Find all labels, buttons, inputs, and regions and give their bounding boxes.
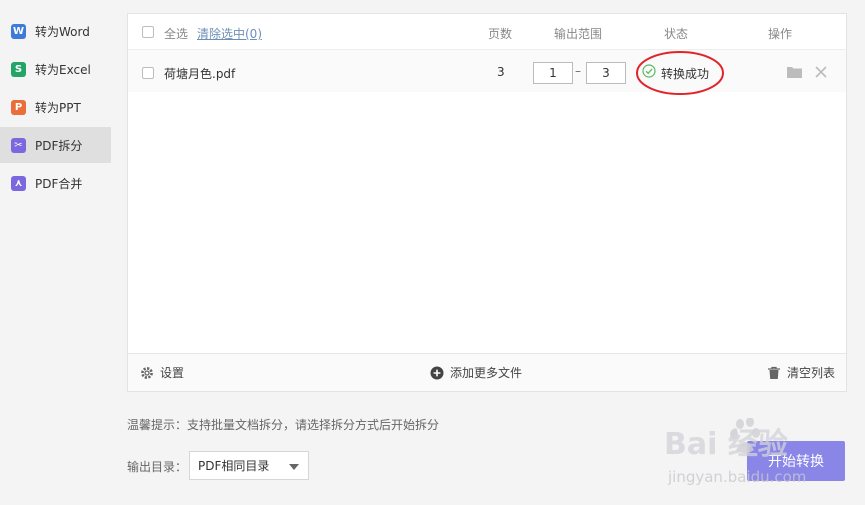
add-more-files-button[interactable]: 添加更多文件 — [430, 364, 522, 381]
sidebar-item-label: PDF合并 — [35, 176, 83, 191]
word-icon: W — [11, 23, 26, 39]
merge-icon: ⋏ — [11, 175, 26, 191]
select-all-checkbox[interactable] — [142, 26, 154, 38]
range-from-input[interactable]: 1 — [533, 62, 573, 84]
split-icon: ✂ — [11, 137, 26, 153]
settings-label: 设置 — [160, 366, 185, 380]
sidebar-item-label: 转为Word — [35, 24, 90, 39]
sidebar-item-to-excel[interactable]: S 转为Excel — [0, 51, 111, 87]
range-separator: – — [575, 64, 581, 78]
sidebar-item-pdf-merge[interactable]: ⋏ PDF合并 — [0, 165, 111, 201]
sidebar-item-to-ppt[interactable]: P 转为PPT — [0, 89, 111, 125]
ppt-icon: P — [11, 99, 26, 115]
file-name: 荷塘月色.pdf — [164, 67, 236, 81]
chevron-down-icon — [289, 464, 299, 470]
row-checkbox[interactable] — [142, 67, 154, 79]
table-row: 荷塘月色.pdf 3 1 – 3 转换成功 — [128, 50, 846, 95]
add-more-files-label: 添加更多文件 — [450, 366, 523, 380]
excel-icon: S — [11, 61, 26, 77]
remove-file-icon[interactable] — [815, 66, 827, 81]
column-header-actions: 操作 — [768, 27, 793, 41]
clear-selected-link[interactable]: 清除选中(0) — [197, 25, 262, 42]
column-header-output-range: 输出范围 — [554, 27, 603, 41]
output-dir-select[interactable]: PDF相同目录 — [189, 451, 309, 480]
trash-icon — [768, 366, 780, 379]
start-convert-label: 开始转换 — [768, 454, 824, 470]
gear-icon — [141, 366, 153, 379]
table-header: 全选 清除选中(0) 页数 输出范围 状态 操作 — [128, 14, 846, 50]
output-dir-selected: PDF相同目录 — [198, 459, 270, 473]
clear-list-button[interactable]: 清空列表 — [767, 364, 835, 381]
sidebar-item-label: 转为PPT — [35, 100, 81, 115]
column-header-status: 状态 — [664, 27, 689, 41]
start-convert-button[interactable]: 开始转换 — [747, 441, 845, 481]
sidebar-item-to-word[interactable]: W 转为Word — [0, 13, 111, 49]
sidebar-item-label: 转为Excel — [35, 62, 91, 77]
range-to-input[interactable]: 3 — [586, 62, 626, 84]
panel-footer: 设置 添加更多文件 清空列表 — [128, 353, 846, 391]
column-header-pages: 页数 — [488, 27, 513, 41]
output-dir-label: 输出目录： — [127, 460, 188, 474]
settings-button[interactable]: 设置 — [140, 364, 184, 381]
hint-text: 温馨提示：支持批量文档拆分，请选择拆分方式后开始拆分 — [127, 418, 440, 432]
sidebar-item-label: PDF拆分 — [35, 138, 83, 153]
open-folder-icon[interactable] — [787, 66, 802, 81]
page-count: 3 — [497, 65, 505, 79]
plus-circle-icon — [430, 366, 444, 379]
file-list-panel: 全选 清除选中(0) 页数 输出范围 状态 操作 荷塘月色.pdf 3 1 – … — [127, 13, 847, 392]
clear-list-label: 清空列表 — [787, 366, 836, 380]
select-all-label[interactable]: 全选 — [164, 25, 188, 42]
sidebar-item-pdf-split[interactable]: ✂ PDF拆分 — [0, 127, 111, 163]
annotation-circle — [636, 51, 724, 95]
sidebar: W 转为Word S 转为Excel P 转为PPT ✂ PDF拆分 ⋏ PDF… — [0, 0, 113, 505]
